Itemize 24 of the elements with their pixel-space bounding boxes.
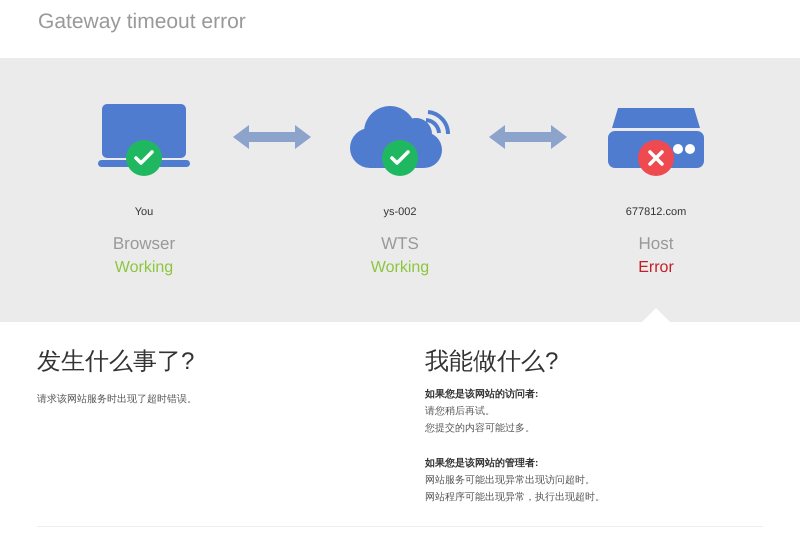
advice-text: 网站程序可能出现异常，执行出现超时。 bbox=[425, 490, 605, 505]
host-label: You bbox=[134, 205, 154, 220]
section-heading: 发生什么事了? bbox=[37, 347, 196, 377]
status-text: Error bbox=[638, 258, 674, 278]
group-title: 如果您是该网站的管理者: bbox=[425, 456, 540, 471]
node-name: WTS bbox=[381, 232, 419, 254]
double-arrow-icon bbox=[489, 124, 567, 150]
host-label: 677812.com bbox=[626, 205, 686, 220]
check-icon bbox=[382, 140, 418, 176]
node-name: Browser bbox=[112, 232, 176, 254]
page-title: Gateway timeout error bbox=[38, 9, 247, 35]
node-name: Host bbox=[638, 232, 674, 254]
group-title: 如果您是该网站的访问者: bbox=[425, 387, 540, 402]
host-label: ys-002 bbox=[383, 205, 417, 220]
advice-text: 请您稍后再试。 bbox=[425, 404, 496, 419]
advice-text: 网站服务可能出现异常出现访问超时。 bbox=[425, 474, 596, 488]
status-text: Working bbox=[114, 258, 174, 278]
advice-text: 您提交的内容可能过多。 bbox=[425, 422, 536, 436]
status-text: Working bbox=[370, 258, 430, 278]
section-heading: 我能做什么? bbox=[425, 347, 560, 377]
cross-icon bbox=[638, 140, 674, 176]
double-arrow-icon bbox=[233, 124, 311, 150]
description-text: 请求该网站服务时出现了超时错误。 bbox=[37, 392, 198, 407]
check-icon bbox=[126, 140, 162, 176]
